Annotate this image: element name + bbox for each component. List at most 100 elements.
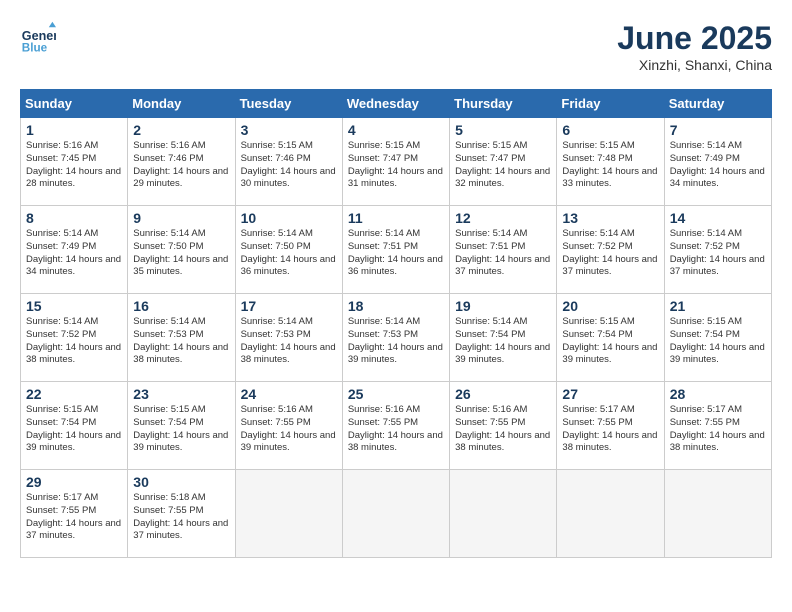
day-cell: 1 Sunrise: 5:16 AM Sunset: 7:45 PM Dayli…: [21, 118, 128, 206]
sunrise-label: Sunrise: 5:14 AM: [348, 316, 420, 327]
day-number: 23: [133, 386, 229, 402]
daylight-label: Daylight: 14 hours and 39 minutes.: [670, 342, 765, 366]
day-cell: 15 Sunrise: 5:14 AM Sunset: 7:52 PM Dayl…: [21, 294, 128, 382]
header-sunday: Sunday: [21, 90, 128, 118]
day-number: 9: [133, 210, 229, 226]
day-info: Sunrise: 5:15 AM Sunset: 7:54 PM Dayligh…: [26, 404, 122, 455]
day-number: 12: [455, 210, 551, 226]
sunrise-label: Sunrise: 5:15 AM: [26, 404, 98, 415]
day-cell: 16 Sunrise: 5:14 AM Sunset: 7:53 PM Dayl…: [128, 294, 235, 382]
daylight-label: Daylight: 14 hours and 36 minutes.: [241, 254, 336, 278]
day-cell: 13 Sunrise: 5:14 AM Sunset: 7:52 PM Dayl…: [557, 206, 664, 294]
day-cell: 9 Sunrise: 5:14 AM Sunset: 7:50 PM Dayli…: [128, 206, 235, 294]
day-cell: 7 Sunrise: 5:14 AM Sunset: 7:49 PM Dayli…: [664, 118, 771, 206]
sunset-label: Sunset: 7:51 PM: [455, 241, 525, 252]
calendar-subtitle: Xinzhi, Shanxi, China: [617, 57, 772, 73]
sunrise-label: Sunrise: 5:14 AM: [455, 228, 527, 239]
day-info: Sunrise: 5:16 AM Sunset: 7:55 PM Dayligh…: [455, 404, 551, 455]
day-cell: 27 Sunrise: 5:17 AM Sunset: 7:55 PM Dayl…: [557, 382, 664, 470]
day-info: Sunrise: 5:17 AM Sunset: 7:55 PM Dayligh…: [26, 492, 122, 543]
sunset-label: Sunset: 7:54 PM: [562, 329, 632, 340]
day-number: 11: [348, 210, 444, 226]
day-cell: 21 Sunrise: 5:15 AM Sunset: 7:54 PM Dayl…: [664, 294, 771, 382]
day-info: Sunrise: 5:14 AM Sunset: 7:50 PM Dayligh…: [133, 228, 229, 279]
sunrise-label: Sunrise: 5:15 AM: [241, 140, 313, 151]
day-number: 8: [26, 210, 122, 226]
day-number: 16: [133, 298, 229, 314]
day-number: 10: [241, 210, 337, 226]
day-cell: 8 Sunrise: 5:14 AM Sunset: 7:49 PM Dayli…: [21, 206, 128, 294]
day-info: Sunrise: 5:14 AM Sunset: 7:52 PM Dayligh…: [26, 316, 122, 367]
day-cell: 29 Sunrise: 5:17 AM Sunset: 7:55 PM Dayl…: [21, 470, 128, 558]
calendar-row: 1 Sunrise: 5:16 AM Sunset: 7:45 PM Dayli…: [21, 118, 772, 206]
daylight-label: Daylight: 14 hours and 39 minutes.: [348, 342, 443, 366]
day-info: Sunrise: 5:15 AM Sunset: 7:48 PM Dayligh…: [562, 140, 658, 191]
sunrise-label: Sunrise: 5:14 AM: [241, 316, 313, 327]
day-number: 19: [455, 298, 551, 314]
sunrise-label: Sunrise: 5:14 AM: [670, 228, 742, 239]
daylight-label: Daylight: 14 hours and 38 minutes.: [348, 430, 443, 454]
day-cell: 28 Sunrise: 5:17 AM Sunset: 7:55 PM Dayl…: [664, 382, 771, 470]
day-cell: 18 Sunrise: 5:14 AM Sunset: 7:53 PM Dayl…: [342, 294, 449, 382]
sunrise-label: Sunrise: 5:17 AM: [26, 492, 98, 503]
day-cell: 3 Sunrise: 5:15 AM Sunset: 7:46 PM Dayli…: [235, 118, 342, 206]
day-cell: 26 Sunrise: 5:16 AM Sunset: 7:55 PM Dayl…: [450, 382, 557, 470]
sunset-label: Sunset: 7:47 PM: [348, 153, 418, 164]
sunset-label: Sunset: 7:54 PM: [670, 329, 740, 340]
day-cell: 2 Sunrise: 5:16 AM Sunset: 7:46 PM Dayli…: [128, 118, 235, 206]
sunset-label: Sunset: 7:55 PM: [133, 505, 203, 516]
day-cell: 17 Sunrise: 5:14 AM Sunset: 7:53 PM Dayl…: [235, 294, 342, 382]
empty-cell: [664, 470, 771, 558]
sunrise-label: Sunrise: 5:16 AM: [26, 140, 98, 151]
day-cell: 12 Sunrise: 5:14 AM Sunset: 7:51 PM Dayl…: [450, 206, 557, 294]
day-cell: 6 Sunrise: 5:15 AM Sunset: 7:48 PM Dayli…: [557, 118, 664, 206]
day-number: 14: [670, 210, 766, 226]
day-info: Sunrise: 5:15 AM Sunset: 7:54 PM Dayligh…: [670, 316, 766, 367]
sunset-label: Sunset: 7:51 PM: [348, 241, 418, 252]
day-number: 13: [562, 210, 658, 226]
sunset-label: Sunset: 7:49 PM: [26, 241, 96, 252]
daylight-label: Daylight: 14 hours and 38 minutes.: [455, 430, 550, 454]
svg-text:Blue: Blue: [22, 42, 48, 55]
day-info: Sunrise: 5:14 AM Sunset: 7:49 PM Dayligh…: [670, 140, 766, 191]
daylight-label: Daylight: 14 hours and 39 minutes.: [455, 342, 550, 366]
day-number: 30: [133, 474, 229, 490]
day-number: 24: [241, 386, 337, 402]
sunrise-label: Sunrise: 5:17 AM: [562, 404, 634, 415]
day-number: 5: [455, 122, 551, 138]
day-number: 25: [348, 386, 444, 402]
daylight-label: Daylight: 14 hours and 28 minutes.: [26, 166, 121, 190]
day-number: 29: [26, 474, 122, 490]
day-info: Sunrise: 5:14 AM Sunset: 7:54 PM Dayligh…: [455, 316, 551, 367]
day-info: Sunrise: 5:16 AM Sunset: 7:46 PM Dayligh…: [133, 140, 229, 191]
day-number: 17: [241, 298, 337, 314]
sunrise-label: Sunrise: 5:14 AM: [133, 316, 205, 327]
day-info: Sunrise: 5:15 AM Sunset: 7:54 PM Dayligh…: [133, 404, 229, 455]
sunrise-label: Sunrise: 5:14 AM: [26, 316, 98, 327]
day-number: 15: [26, 298, 122, 314]
day-cell: 19 Sunrise: 5:14 AM Sunset: 7:54 PM Dayl…: [450, 294, 557, 382]
page-header: General Blue June 2025 Xinzhi, Shanxi, C…: [20, 20, 772, 73]
daylight-label: Daylight: 14 hours and 33 minutes.: [562, 166, 657, 190]
daylight-label: Daylight: 14 hours and 38 minutes.: [26, 342, 121, 366]
day-info: Sunrise: 5:16 AM Sunset: 7:55 PM Dayligh…: [348, 404, 444, 455]
daylight-label: Daylight: 14 hours and 37 minutes.: [670, 254, 765, 278]
logo: General Blue: [20, 20, 56, 56]
calendar-table: Sunday Monday Tuesday Wednesday Thursday…: [20, 89, 772, 558]
day-cell: 4 Sunrise: 5:15 AM Sunset: 7:47 PM Dayli…: [342, 118, 449, 206]
day-number: 22: [26, 386, 122, 402]
day-info: Sunrise: 5:16 AM Sunset: 7:45 PM Dayligh…: [26, 140, 122, 191]
day-cell: 11 Sunrise: 5:14 AM Sunset: 7:51 PM Dayl…: [342, 206, 449, 294]
sunset-label: Sunset: 7:52 PM: [670, 241, 740, 252]
day-info: Sunrise: 5:15 AM Sunset: 7:47 PM Dayligh…: [455, 140, 551, 191]
day-info: Sunrise: 5:15 AM Sunset: 7:47 PM Dayligh…: [348, 140, 444, 191]
daylight-label: Daylight: 14 hours and 37 minutes.: [133, 518, 228, 542]
sunrise-label: Sunrise: 5:14 AM: [562, 228, 634, 239]
header-tuesday: Tuesday: [235, 90, 342, 118]
sunset-label: Sunset: 7:55 PM: [348, 417, 418, 428]
daylight-label: Daylight: 14 hours and 37 minutes.: [26, 518, 121, 542]
sunrise-label: Sunrise: 5:15 AM: [455, 140, 527, 151]
daylight-label: Daylight: 14 hours and 38 minutes.: [562, 430, 657, 454]
header-monday: Monday: [128, 90, 235, 118]
daylight-label: Daylight: 14 hours and 34 minutes.: [26, 254, 121, 278]
